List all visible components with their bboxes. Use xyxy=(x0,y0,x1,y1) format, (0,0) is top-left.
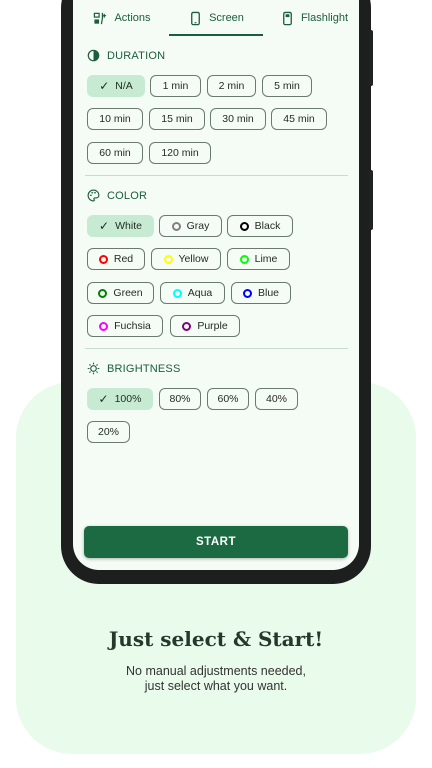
phone-power-button xyxy=(369,170,373,230)
duration-heading: DURATION xyxy=(87,49,165,62)
brightness-chip-80[interactable]: 80% xyxy=(159,388,201,410)
color-heading-label: COLOR xyxy=(107,189,148,202)
duration-chip-1min[interactable]: 1 min xyxy=(150,75,201,97)
duration-heading-label: DURATION xyxy=(107,49,166,62)
brightness-chip-40[interactable]: 40% xyxy=(255,388,298,410)
check-icon: ✓ xyxy=(99,219,110,233)
section-divider xyxy=(85,175,348,176)
chip-label: 5 min xyxy=(274,80,300,92)
chip-label: 120 min xyxy=(161,147,199,159)
red-swatch-icon xyxy=(98,254,108,264)
color-chip-blue[interactable]: Blue xyxy=(231,282,291,304)
color-chip-aqua[interactable]: Aqua xyxy=(160,282,225,304)
chip-label: 100% xyxy=(114,393,142,405)
chip-label: N/A xyxy=(115,80,133,92)
chip-label: Red xyxy=(113,253,134,265)
tab-screen[interactable]: Screen xyxy=(169,0,263,36)
duration-chip-45min[interactable]: 45 min xyxy=(271,108,327,130)
chip-label: Blue xyxy=(257,287,279,299)
check-icon: ✓ xyxy=(99,79,110,93)
yellow-swatch-icon xyxy=(163,254,173,264)
duration-chip-60min[interactable]: 60 min xyxy=(87,142,143,164)
gray-swatch-icon xyxy=(171,221,181,231)
chip-label: 30 min xyxy=(222,113,254,125)
duration-chip-30min[interactable]: 30 min xyxy=(210,108,266,130)
green-swatch-icon xyxy=(98,288,108,298)
chip-label: 10 min xyxy=(99,113,131,125)
active-tab-indicator xyxy=(169,34,263,36)
chip-label: Black xyxy=(254,220,281,232)
actions-icon xyxy=(94,12,107,24)
promo-subtitle-line1: No manual adjustments needed, xyxy=(126,664,306,678)
phone-icon xyxy=(191,11,200,25)
color-chip-yellow[interactable]: Yellow xyxy=(151,248,221,270)
chip-label: Gray xyxy=(186,220,210,232)
chip-label: Green xyxy=(113,287,143,299)
color-chip-purple[interactable]: Purple xyxy=(170,315,240,337)
chip-label: 40% xyxy=(265,393,287,405)
start-button[interactable]: START xyxy=(84,526,348,558)
promo-subtitle-line2: just select what you want. xyxy=(144,679,288,693)
fuchsia-swatch-icon xyxy=(99,321,109,331)
black-swatch-icon xyxy=(239,221,249,231)
tab-flashlight-label: Flashlight xyxy=(300,12,349,24)
chip-label: 1 min xyxy=(162,80,189,92)
phone-volume-button xyxy=(369,30,373,86)
promo-subtitle: No manual adjustments needed, just selec… xyxy=(0,664,432,694)
check-icon: ✓ xyxy=(98,392,109,406)
chip-label: Lime xyxy=(254,253,278,265)
chip-label: 80% xyxy=(169,393,191,405)
chip-label: White xyxy=(115,220,142,232)
phone-screen: Actions Screen Flashlight DURATION ✓ N/A xyxy=(73,0,359,570)
duration-chip-15min[interactable]: 15 min xyxy=(149,108,205,130)
brightness-chip-20[interactable]: 20% xyxy=(87,421,130,443)
chip-label: 60% xyxy=(217,393,239,405)
purple-swatch-icon xyxy=(182,321,192,331)
chip-label: Aqua xyxy=(187,287,213,299)
section-divider xyxy=(85,348,348,349)
brightness-heading: BRIGHTNESS xyxy=(87,362,181,375)
brightness-icon xyxy=(87,362,100,375)
chip-label: 45 min xyxy=(283,113,315,125)
flashlight-icon xyxy=(283,11,292,25)
promo-title: Just select & Start! xyxy=(108,627,324,651)
color-chip-red[interactable]: Red xyxy=(87,248,145,270)
chip-label: 2 min xyxy=(218,80,245,92)
tab-flashlight[interactable]: Flashlight xyxy=(269,0,359,36)
blue-swatch-icon xyxy=(242,288,252,298)
tab-actions[interactable]: Actions xyxy=(81,0,163,36)
tab-actions-label: Actions xyxy=(114,12,151,24)
brightness-chip-100[interactable]: ✓ 100% xyxy=(87,388,153,410)
tab-bar: Actions Screen Flashlight xyxy=(73,0,359,36)
timer-icon xyxy=(87,49,100,62)
chip-label: Purple xyxy=(197,320,228,332)
chip-label: 15 min xyxy=(161,113,193,125)
aqua-swatch-icon xyxy=(172,288,182,298)
palette-icon xyxy=(87,189,100,202)
duration-chip-na[interactable]: ✓ N/A xyxy=(87,75,145,97)
duration-chip-120min[interactable]: 120 min xyxy=(149,142,211,164)
color-chip-green[interactable]: Green xyxy=(87,282,154,304)
duration-chip-2min[interactable]: 2 min xyxy=(207,75,256,97)
chip-label: 20% xyxy=(97,426,119,438)
color-chip-fuchsia[interactable]: Fuchsia xyxy=(87,315,163,337)
color-chip-lime[interactable]: Lime xyxy=(227,248,290,270)
duration-chip-5min[interactable]: 5 min xyxy=(262,75,312,97)
chip-label: 60 min xyxy=(99,147,131,159)
lime-swatch-icon xyxy=(239,254,249,264)
color-chip-white[interactable]: ✓ White xyxy=(87,215,154,237)
brightness-chip-60[interactable]: 60% xyxy=(207,388,249,410)
duration-chip-10min[interactable]: 10 min xyxy=(87,108,143,130)
chip-label: Fuchsia xyxy=(114,320,151,332)
color-chip-black[interactable]: Black xyxy=(227,215,293,237)
color-heading: COLOR xyxy=(87,189,147,202)
brightness-heading-label: BRIGHTNESS xyxy=(107,362,181,375)
color-chip-gray[interactable]: Gray xyxy=(159,215,222,237)
chip-label: Yellow xyxy=(178,253,209,265)
tab-screen-label: Screen xyxy=(209,12,244,24)
